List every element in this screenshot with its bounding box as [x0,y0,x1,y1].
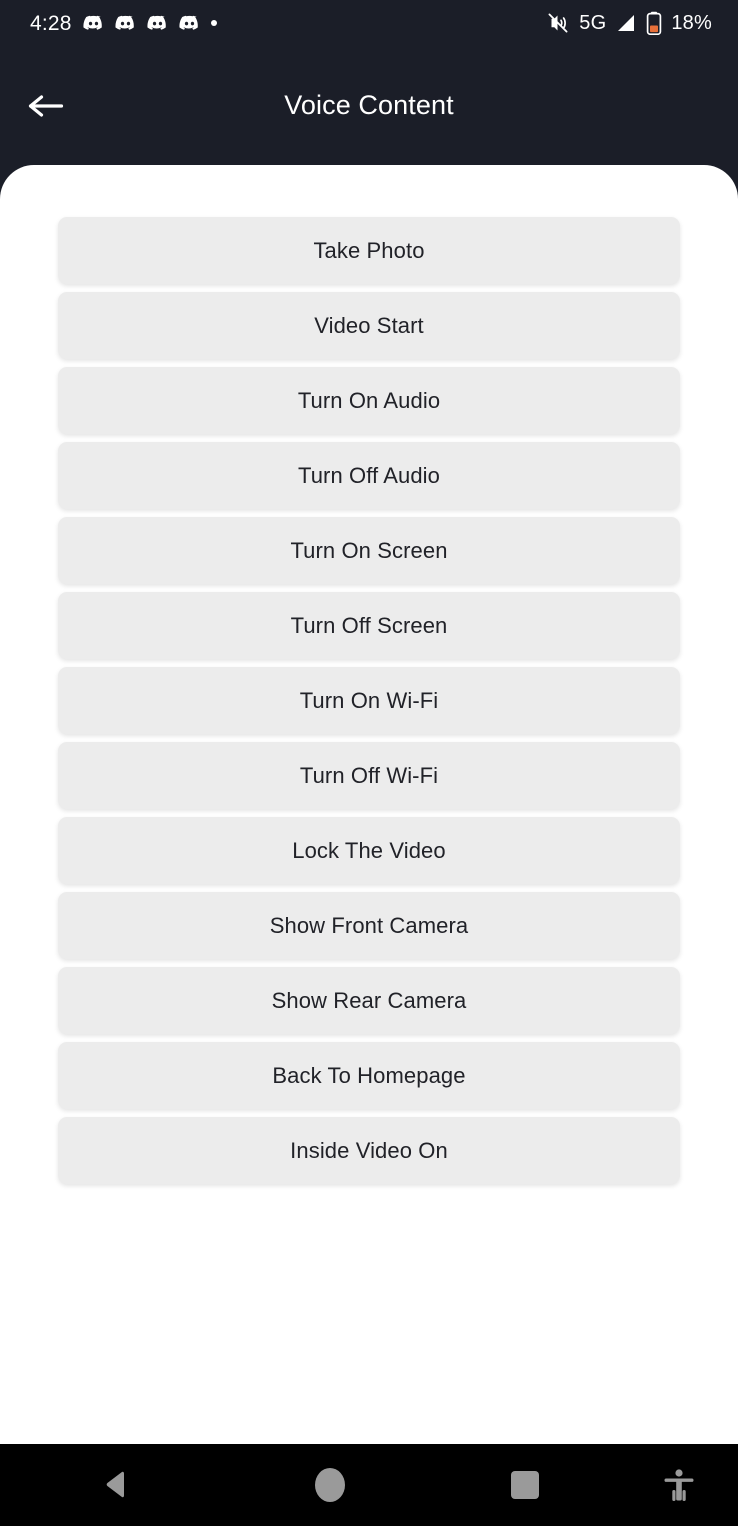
voice-command-item[interactable]: Turn On Screen [58,517,680,584]
status-bar-right: 5G 18% [546,11,712,36]
battery-low-icon [646,11,662,36]
voice-command-label: Turn Off Audio [297,462,441,488]
discord-icon [115,13,136,34]
voice-command-label: Turn On Screen [290,537,448,563]
recents-nav-button[interactable] [430,1444,620,1526]
voice-command-item[interactable]: Inside Video On [58,1117,680,1184]
voice-command-list: Take Photo Video Start Turn On Audio Tur… [0,165,738,1184]
discord-icon [179,13,200,34]
volume-mute-icon [546,11,570,35]
content-sheet: Take Photo Video Start Turn On Audio Tur… [0,165,738,1444]
voice-command-item[interactable]: Turn On Audio [58,367,680,434]
voice-command-label: Take Photo [313,237,425,263]
voice-command-label: Inside Video On [290,1137,448,1163]
voice-command-label: Lock The Video [292,837,446,863]
voice-command-label: Turn On Audio [297,387,441,413]
back-button[interactable] [18,78,74,134]
home-nav-button[interactable] [230,1444,430,1526]
status-clock: 4:28 [30,11,72,35]
app-header: Voice Content [0,46,738,165]
voice-command-label: Turn Off Screen [290,612,448,638]
page-title: Voice Content [284,90,454,120]
voice-command-item[interactable]: Take Photo [58,217,680,284]
voice-command-item[interactable]: Video Start [58,292,680,359]
voice-command-label: Turn Off Wi-Fi [299,762,439,788]
voice-command-item[interactable]: Turn On Wi-Fi [58,667,680,734]
voice-command-label: Show Rear Camera [271,987,467,1013]
battery-percent-label: 18% [671,12,712,34]
voice-command-item[interactable]: Turn Off Screen [58,592,680,659]
voice-command-item[interactable]: Back To Homepage [58,1042,680,1109]
circle-home-icon [313,1466,347,1504]
voice-command-label: Video Start [314,312,424,338]
arrow-left-icon [28,91,64,121]
phone-screen: 4:28 5G 18% Voice Content Take Photo Vid… [0,0,738,1526]
voice-command-label: Back To Homepage [272,1062,466,1088]
accessibility-person-icon [663,1468,695,1502]
square-recents-icon [511,1471,539,1499]
voice-command-label: Turn On Wi-Fi [299,687,439,713]
voice-command-item[interactable]: Turn Off Audio [58,442,680,509]
system-navigation-bar [0,1444,738,1526]
signal-bars-icon [615,12,637,34]
status-bar: 4:28 5G 18% [0,0,738,46]
discord-icon [147,13,168,34]
voice-command-item[interactable]: Turn Off Wi-Fi [58,742,680,809]
network-type-label: 5G [579,12,607,34]
voice-command-label: Show Front Camera [269,912,469,938]
discord-icon [83,13,104,34]
more-dot-icon [210,20,217,26]
accessibility-nav-button[interactable] [620,1444,738,1526]
voice-command-item[interactable]: Show Front Camera [58,892,680,959]
back-nav-button[interactable] [0,1444,230,1526]
voice-command-item[interactable]: Lock The Video [58,817,680,884]
status-bar-left: 4:28 [30,13,217,34]
triangle-back-icon [100,1469,130,1501]
voice-command-item[interactable]: Show Rear Camera [58,967,680,1034]
